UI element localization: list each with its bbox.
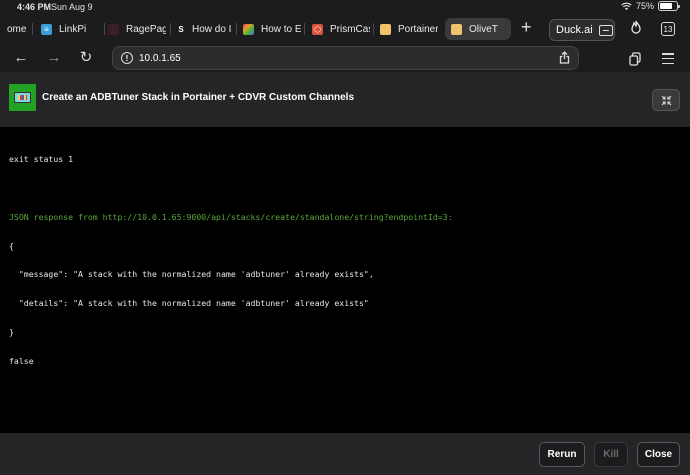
tab-label: OliveT xyxy=(469,23,498,35)
date: Sun Aug 9 xyxy=(51,2,93,12)
address-bar-row: ← → ↻ ! 10.0.1.65 xyxy=(0,44,690,72)
url-field[interactable]: ! 10.0.1.65 xyxy=(112,46,579,70)
console-line: "details": "A stack with the normalized … xyxy=(9,298,369,309)
reload-button[interactable]: ↻ xyxy=(76,48,96,68)
console-output: exit status 1 JSON response from http://… xyxy=(0,127,690,433)
console-line: exit status 1 xyxy=(9,154,74,165)
duck-ai-label: Duck.ai xyxy=(556,24,593,36)
tab-label: How do I xyxy=(192,23,231,35)
console-line: { xyxy=(9,240,14,251)
tab-divider xyxy=(373,23,374,35)
prismcast-icon: ⬡ xyxy=(312,23,323,35)
tab-label: RagePag xyxy=(126,23,166,35)
app-logo xyxy=(9,84,36,111)
tab-how-to[interactable]: How to E xyxy=(243,18,301,40)
tab-ragepage[interactable]: RagePag xyxy=(108,18,166,40)
battery-percent: 75% xyxy=(635,1,654,11)
back-button[interactable]: ← xyxy=(11,48,31,68)
wifi-icon xyxy=(621,2,632,10)
tab-how-do-i[interactable]: S How do I xyxy=(177,18,231,40)
rerun-button[interactable]: Rerun xyxy=(539,442,585,467)
s-icon: S xyxy=(178,24,184,34)
portainer-icon xyxy=(380,23,391,35)
url-text: 10.0.1.65 xyxy=(139,52,181,64)
arrow-right-icon: → xyxy=(46,49,62,66)
tab-divider xyxy=(170,23,171,35)
tab-prismcast[interactable]: ⬡ PrismCas xyxy=(312,18,370,40)
battery-level xyxy=(660,3,672,9)
close-button[interactable]: Close xyxy=(637,442,680,467)
status-bar: 4:46 PM Sun Aug 9 75% xyxy=(0,0,690,14)
page-title: Create an ADBTuner Stack in Portainer + … xyxy=(42,92,355,103)
tab-count-button[interactable]: 13 xyxy=(661,22,675,36)
copy-icon[interactable] xyxy=(629,52,641,66)
olivetin-icon xyxy=(451,23,462,35)
tab-label: ome xyxy=(7,23,27,35)
clock: 4:46 PM xyxy=(17,2,52,12)
kill-button[interactable]: Kill xyxy=(594,442,628,467)
fire-icon[interactable] xyxy=(630,20,642,37)
ragepage-icon xyxy=(108,23,119,35)
forward-button[interactable]: → xyxy=(44,48,64,68)
tab-home[interactable]: ome xyxy=(7,18,29,40)
page-header: Create an ADBTuner Stack in Portainer + … xyxy=(0,72,690,127)
tab-label: How to E xyxy=(261,23,301,35)
tab-label: Portainer xyxy=(398,23,438,35)
status-indicators: 75% xyxy=(621,1,680,11)
tab-linkpi[interactable]: ≡ LinkPi xyxy=(41,18,101,40)
linkpi-icon: ≡ xyxy=(41,23,52,35)
console-line: } xyxy=(9,326,14,337)
image-icon xyxy=(598,24,613,36)
tab-divider xyxy=(32,23,33,35)
arrow-left-icon: ← xyxy=(13,49,29,66)
colorful-icon xyxy=(243,23,254,35)
not-secure-icon[interactable]: ! xyxy=(121,52,133,64)
tab-portainer[interactable]: Portainer xyxy=(380,18,438,40)
tab-divider xyxy=(236,23,237,35)
new-tab-button[interactable]: + xyxy=(521,18,532,36)
share-icon[interactable] xyxy=(559,51,570,67)
collapse-icon xyxy=(661,95,671,105)
tab-divider xyxy=(304,23,305,35)
tab-divider xyxy=(104,23,105,35)
tab-label: PrismCas xyxy=(330,23,370,35)
dialog-footer: Rerun Kill Close xyxy=(0,433,690,475)
console-line: false xyxy=(9,355,34,366)
tab-label: LinkPi xyxy=(59,23,87,35)
duck-ai-button[interactable]: Duck.ai xyxy=(549,19,615,41)
battery-icon xyxy=(658,1,680,11)
menu-icon[interactable] xyxy=(662,53,674,64)
console-line: JSON response from http://10.0.1.65:9000… xyxy=(9,211,453,222)
reload-icon: ↻ xyxy=(79,49,93,66)
console-line: "message": "A stack with the normalized … xyxy=(9,269,374,280)
tab-olivetin[interactable]: OliveT xyxy=(445,18,511,40)
fullscreen-button[interactable] xyxy=(652,89,680,111)
